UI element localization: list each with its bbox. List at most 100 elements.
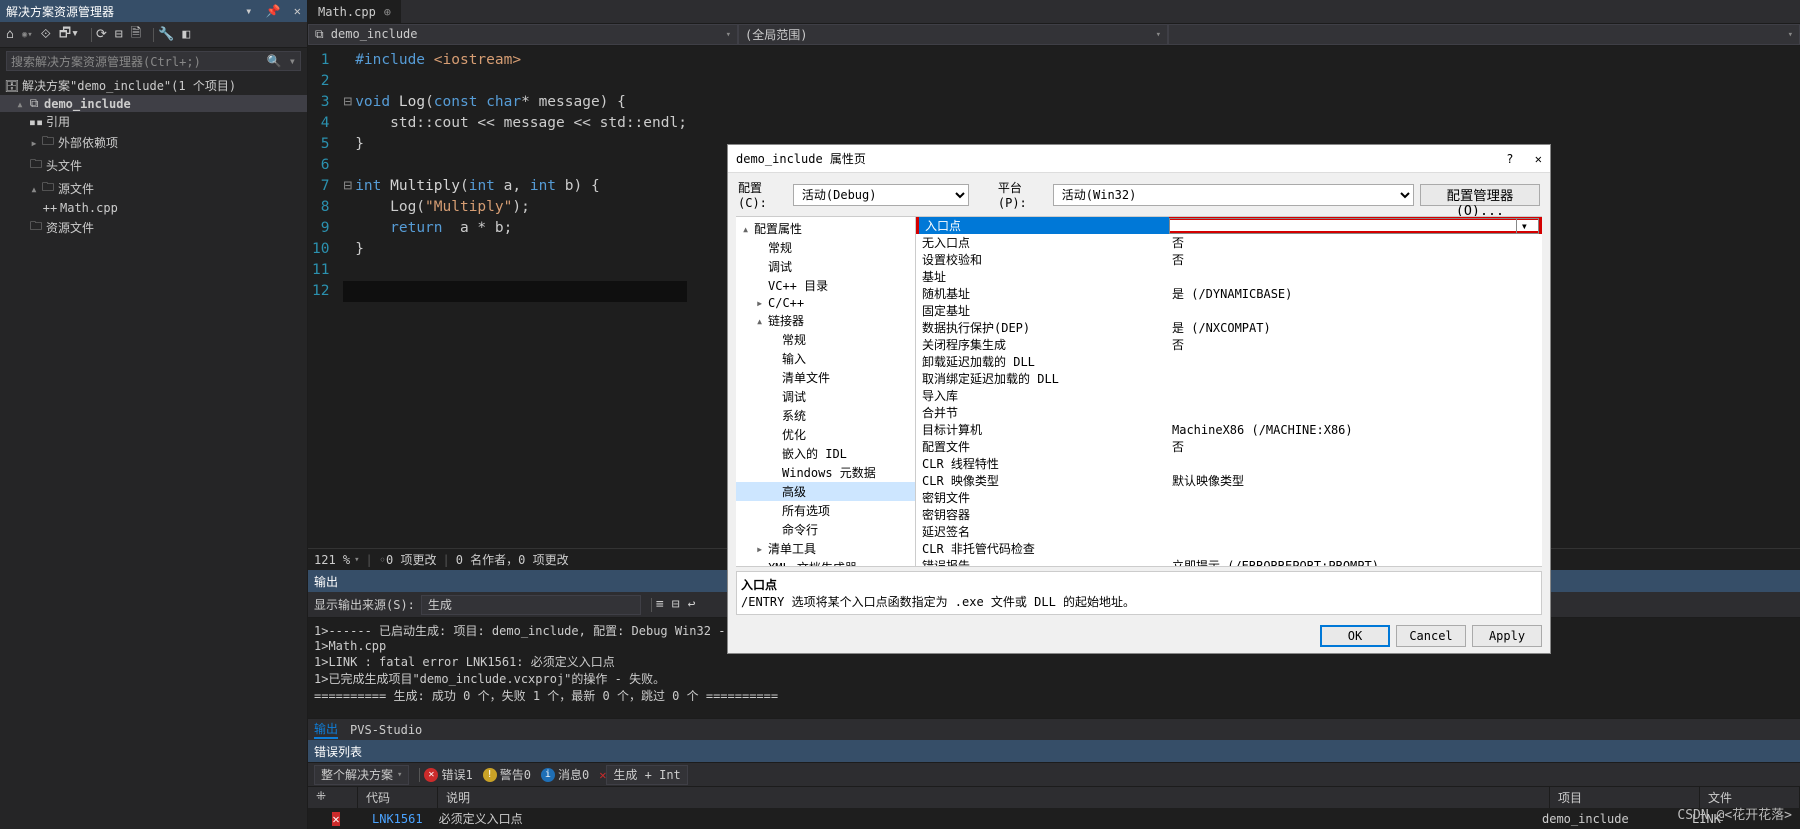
source-node[interactable]: ▴🗀源文件 bbox=[0, 177, 307, 200]
grid-row[interactable]: 导入库 bbox=[916, 387, 1542, 404]
tab-pvs[interactable]: PVS-Studio bbox=[350, 723, 422, 737]
toggle-icon[interactable]: ◧ bbox=[182, 27, 190, 42]
nav-scope-member[interactable]: ▾ bbox=[1168, 24, 1800, 45]
close-icon[interactable]: ✕ bbox=[294, 4, 301, 18]
collapse-icon[interactable]: ⊟ bbox=[115, 27, 123, 42]
error-scope[interactable]: 整个解决方案▾ bbox=[314, 765, 409, 785]
goto-icon[interactable]: ≡ bbox=[656, 597, 664, 612]
zoom-level[interactable]: 121 % bbox=[314, 553, 350, 567]
grid-row[interactable]: CLR 非托管代码检查 bbox=[916, 540, 1542, 557]
tree-item[interactable]: ▸清单工具 bbox=[736, 539, 915, 558]
tree-item[interactable]: 常规 bbox=[736, 330, 915, 349]
properties-icon[interactable]: 🗎 bbox=[131, 24, 141, 46]
save-all-icon[interactable]: 🗗▾ bbox=[59, 24, 79, 46]
tab-label: Math.cpp bbox=[318, 5, 376, 19]
tree-item[interactable]: ▸C/C++ bbox=[736, 295, 915, 311]
solution-search[interactable]: 搜索解决方案资源管理器(Ctrl+;) 🔍 ▾ bbox=[6, 51, 301, 71]
refresh-icon[interactable]: ◉▾ bbox=[22, 30, 33, 40]
error-filter-messages[interactable]: i消息 0 bbox=[541, 766, 589, 783]
clear-icon[interactable]: ⊟ bbox=[672, 597, 680, 612]
show-all-icon[interactable]: ⟳ bbox=[96, 27, 107, 42]
headers-node[interactable]: 🗀头文件 bbox=[0, 154, 307, 177]
grid-row[interactable]: 固定基址 bbox=[916, 302, 1542, 319]
grid-row[interactable]: 无入口点否 bbox=[916, 234, 1542, 251]
output-source-select[interactable]: 生成 bbox=[421, 595, 641, 615]
editor-tabs: Math.cpp ⊕ bbox=[308, 0, 1800, 24]
apply-button[interactable]: Apply bbox=[1472, 625, 1542, 647]
grid-row[interactable]: 随机基址是 (/DYNAMICBASE) bbox=[916, 285, 1542, 302]
grid-row[interactable]: CLR 映像类型默认映像类型 bbox=[916, 472, 1542, 489]
solution-node[interactable]: 🗄解决方案"demo_include"(1 个项目) bbox=[0, 76, 307, 95]
clear-filter-icon[interactable]: ✕ bbox=[599, 768, 606, 782]
tree-item[interactable]: VC++ 目录 bbox=[736, 276, 915, 295]
tree-item[interactable]: ▸XML 文档生成器 bbox=[736, 558, 915, 566]
tree-item[interactable]: 输入 bbox=[736, 349, 915, 368]
nav-scope-func[interactable]: (全局范围)▾ bbox=[738, 24, 1168, 45]
col-code[interactable]: 代码 bbox=[358, 787, 438, 808]
pin-icon[interactable]: ⊕ bbox=[384, 5, 391, 19]
file-mathcpp[interactable]: ++Math.cpp bbox=[0, 200, 307, 216]
tree-item[interactable]: 调试 bbox=[736, 257, 915, 276]
grid-row[interactable]: 配置文件否 bbox=[916, 438, 1542, 455]
error-code[interactable]: LNK1561 bbox=[372, 812, 423, 826]
project-node[interactable]: ▴⧉demo_include bbox=[0, 95, 307, 112]
resources-node[interactable]: 🗀资源文件 bbox=[0, 216, 307, 239]
platform-select[interactable]: 活动(Win32) bbox=[1053, 184, 1414, 206]
col-desc[interactable]: 说明 bbox=[438, 787, 1550, 808]
solution-search-placeholder: 搜索解决方案资源管理器(Ctrl+;) bbox=[11, 53, 201, 70]
error-filter-warnings[interactable]: !警告 0 bbox=[483, 766, 531, 783]
tree-item[interactable]: Windows 元数据 bbox=[736, 463, 915, 482]
grid-row[interactable]: 设置校验和否 bbox=[916, 251, 1542, 268]
grid-row[interactable]: 密钥文件 bbox=[916, 489, 1542, 506]
wrench-icon[interactable]: 🔧 bbox=[158, 27, 174, 42]
grid-row[interactable]: CLR 线程特性 bbox=[916, 455, 1542, 472]
external-deps-node[interactable]: ▸🗀外部依赖项 bbox=[0, 131, 307, 154]
solution-explorer: 解决方案资源管理器 ▾ 📌 ✕ ⌂ ◉▾ ⟐ 🗗▾ ⟳ ⊟ 🗎 🔧 ◧ 搜索解决… bbox=[0, 0, 308, 829]
tree-item[interactable]: 调试 bbox=[736, 387, 915, 406]
pin-icon[interactable]: 📌 bbox=[266, 4, 281, 18]
cancel-button[interactable]: Cancel bbox=[1396, 625, 1466, 647]
property-grid[interactable]: 入口点▾无入口点否设置校验和否基址随机基址是 (/DYNAMICBASE)固定基… bbox=[916, 217, 1542, 566]
grid-row[interactable]: 取消绑定延迟加载的 DLL bbox=[916, 370, 1542, 387]
grid-row[interactable]: 数据执行保护(DEP)是 (/NXCOMPAT) bbox=[916, 319, 1542, 336]
error-row[interactable]: ✕ LNK1561 必须定义入口点 demo_include LINK bbox=[308, 808, 1800, 829]
wrap-icon[interactable]: ↩ bbox=[688, 597, 696, 612]
grid-row[interactable]: 目标计算机MachineX86 (/MACHINE:X86) bbox=[916, 421, 1542, 438]
grid-row[interactable]: 合并节 bbox=[916, 404, 1542, 421]
tree-item[interactable]: 高级 bbox=[736, 482, 915, 501]
nav-bar: ⧉ demo_include▾ (全局范围)▾ ▾ bbox=[308, 24, 1800, 46]
tree-item[interactable]: ▴链接器 bbox=[736, 311, 915, 330]
config-manager-button[interactable]: 配置管理器(O)... bbox=[1420, 184, 1540, 206]
dialog-titlebar[interactable]: demo_include 属性页 ? ✕ bbox=[728, 145, 1550, 173]
error-filter-errors[interactable]: ✕错误 1 bbox=[424, 766, 472, 783]
tree-item[interactable]: 嵌入的 IDL bbox=[736, 444, 915, 463]
tree-item[interactable]: 优化 bbox=[736, 425, 915, 444]
grid-row[interactable]: 卸载延迟加载的 DLL bbox=[916, 353, 1542, 370]
grid-row[interactable]: 基址 bbox=[916, 268, 1542, 285]
error-build[interactable]: 生成 + Int bbox=[606, 765, 687, 785]
tab-output[interactable]: 输出 bbox=[314, 720, 338, 739]
tree-item[interactable]: 清单文件 bbox=[736, 368, 915, 387]
col-icon[interactable]: ⁜ bbox=[308, 787, 358, 808]
tree-item[interactable]: 常规 bbox=[736, 238, 915, 257]
grid-row[interactable]: 延迟签名 bbox=[916, 523, 1542, 540]
grid-row[interactable]: 密钥容器 bbox=[916, 506, 1542, 523]
grid-row[interactable]: 关闭程序集生成否 bbox=[916, 336, 1542, 353]
tree-item[interactable]: 所有选项 bbox=[736, 501, 915, 520]
sync-icon[interactable]: ⟐ bbox=[41, 27, 51, 42]
nav-scope-project[interactable]: ⧉ demo_include▾ bbox=[308, 24, 738, 45]
tree-item[interactable]: ▴配置属性 bbox=[736, 219, 915, 238]
config-select[interactable]: 活动(Debug) bbox=[793, 184, 969, 206]
tab-mathcpp[interactable]: Math.cpp ⊕ bbox=[308, 0, 402, 23]
references-node[interactable]: ▪▪引用 bbox=[0, 112, 307, 131]
property-tree[interactable]: ▴配置属性常规调试VC++ 目录▸C/C++▴链接器常规输入清单文件调试系统优化… bbox=[736, 217, 916, 566]
tree-item[interactable]: 系统 bbox=[736, 406, 915, 425]
grid-row[interactable]: 入口点▾ bbox=[916, 217, 1542, 234]
dropdown-icon[interactable]: ▾ bbox=[245, 4, 252, 18]
close-icon[interactable]: ✕ bbox=[1535, 152, 1542, 166]
home-icon[interactable]: ⌂ bbox=[6, 27, 14, 42]
help-icon[interactable]: ? bbox=[1506, 152, 1513, 166]
grid-row[interactable]: 错误报告立即提示 (/ERRORREPORT:PROMPT) bbox=[916, 557, 1542, 566]
ok-button[interactable]: OK bbox=[1320, 625, 1390, 647]
tree-item[interactable]: 命令行 bbox=[736, 520, 915, 539]
